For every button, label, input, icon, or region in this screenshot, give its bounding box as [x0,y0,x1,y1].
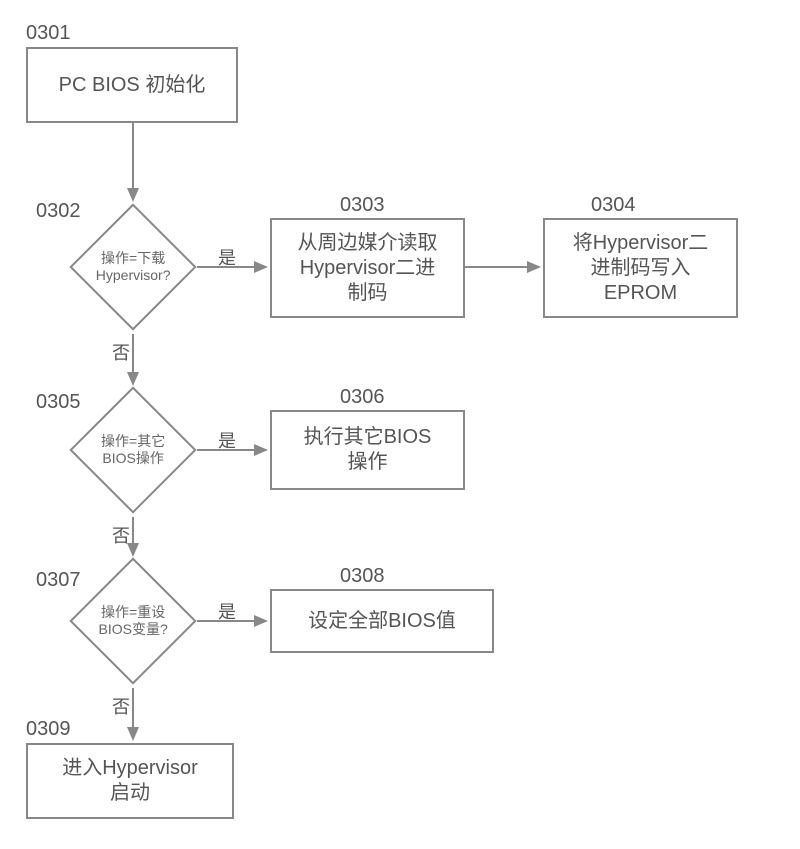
box-text: PC BIOS 初始化 [59,73,206,98]
no-label: 否 [112,522,130,548]
box-text: 执行其它BIOS操作 [304,425,432,475]
decision-0307: 操作=重设BIOS变量? [69,557,196,684]
ref-0301: 0301 [26,22,71,45]
ref-0308: 0308 [340,565,385,588]
diamond-text: 操作=其它BIOS操作 [90,433,176,467]
no-label: 否 [112,693,130,719]
process-box-0308: 设定全部BIOS值 [270,589,494,653]
ref-0306: 0306 [340,386,385,409]
box-text: 从周边媒介读取Hypervisor二进制码 [298,231,438,306]
process-box-0303: 从周边媒介读取Hypervisor二进制码 [270,218,465,318]
decision-0302: 操作=下载Hypervisor? [69,203,196,330]
no-label: 否 [112,339,130,365]
process-box-0304: 将Hypervisor二进制码写入EPROM [543,218,738,318]
diamond-text: 操作=下载Hypervisor? [90,250,176,284]
yes-label: 是 [218,244,236,270]
process-box-0306: 执行其它BIOS操作 [270,410,465,490]
ref-0307: 0307 [36,569,81,592]
ref-0304: 0304 [591,194,636,217]
yes-label: 是 [218,427,236,453]
process-box-0301: PC BIOS 初始化 [26,47,238,123]
ref-0309: 0309 [26,718,71,741]
ref-0302: 0302 [36,200,81,223]
process-box-0309: 进入Hypervisor启动 [26,743,234,819]
yes-label: 是 [218,598,236,624]
box-text: 设定全部BIOS值 [308,609,456,634]
diamond-text: 操作=重设BIOS变量? [90,604,176,638]
ref-0303: 0303 [340,194,385,217]
box-text: 进入Hypervisor启动 [62,756,198,806]
box-text: 将Hypervisor二进制码写入EPROM [573,231,709,306]
ref-0305: 0305 [36,391,81,414]
decision-0305: 操作=其它BIOS操作 [69,386,196,513]
